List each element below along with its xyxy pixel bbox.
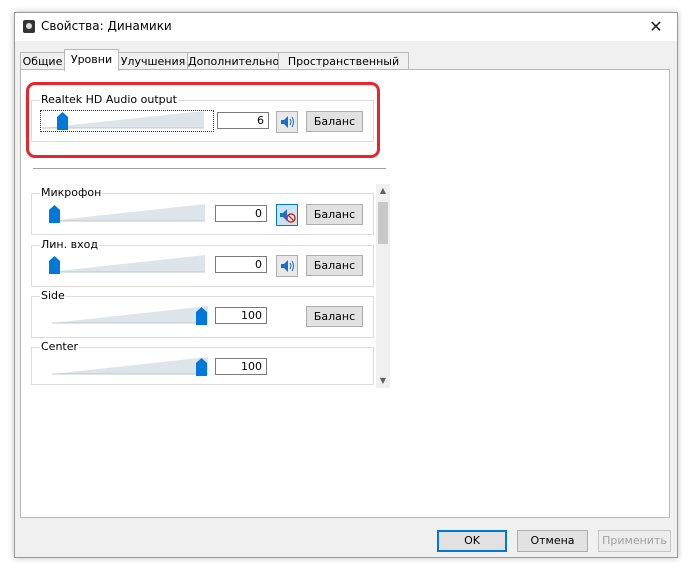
tab-enhancements[interactable]: Улучшения <box>118 52 188 69</box>
side-volume-track[interactable] <box>52 306 208 324</box>
speaker-icon <box>281 260 294 272</box>
channel-label: Center <box>40 340 80 353</box>
center-volume-thumb[interactable] <box>196 358 207 376</box>
center-volume-track[interactable] <box>52 357 208 375</box>
channel-list-scrollbar[interactable]: ▲ ▼ <box>376 184 390 388</box>
microphone-volume-value[interactable]: 0 <box>215 205 267 222</box>
side-volume-thumb[interactable] <box>196 307 207 325</box>
cancel-button[interactable]: Отмена <box>517 530 588 552</box>
highlight-annotation <box>26 82 380 158</box>
channel-label: Лин. вход <box>40 238 99 251</box>
channel-label: Микрофон <box>40 186 103 199</box>
microphone-volume-track[interactable] <box>49 204 205 222</box>
ok-button[interactable]: OK <box>437 530 507 552</box>
line-in-mute-button[interactable] <box>276 255 298 277</box>
tab-general[interactable]: Общие <box>20 52 65 69</box>
scroll-up-icon[interactable]: ▲ <box>376 184 390 198</box>
scroll-down-icon[interactable]: ▼ <box>376 374 390 388</box>
window-title: Свойства: Динамики <box>41 19 172 33</box>
microphone-balance-button[interactable]: Баланс <box>306 204 363 225</box>
center-volume-value[interactable]: 100 <box>215 358 267 375</box>
separator <box>33 168 386 169</box>
side-volume-value[interactable]: 100 <box>215 307 267 324</box>
speaker-muted-icon <box>280 209 296 223</box>
line-in-volume-thumb[interactable] <box>49 256 60 274</box>
title-bar: Свойства: Динамики ✕ <box>15 13 677 41</box>
scrollbar-thumb[interactable] <box>378 202 388 244</box>
tab-advanced[interactable]: Дополнительно <box>187 52 279 69</box>
tab-spatial-sound[interactable]: Пространственный звук <box>278 52 409 85</box>
channel-label: Side <box>40 289 66 302</box>
close-icon[interactable]: ✕ <box>635 13 677 41</box>
side-balance-button[interactable]: Баланс <box>306 306 363 327</box>
line-in-volume-value[interactable]: 0 <box>215 256 267 273</box>
microphone-mute-button[interactable] <box>276 204 298 226</box>
tab-levels[interactable]: Уровни <box>64 49 119 71</box>
speaker-app-icon <box>23 20 35 33</box>
line-in-balance-button[interactable]: Баланс <box>306 255 363 276</box>
line-in-volume-track[interactable] <box>49 255 205 273</box>
microphone-volume-thumb[interactable] <box>49 205 60 223</box>
apply-button[interactable]: Применить <box>598 530 671 552</box>
